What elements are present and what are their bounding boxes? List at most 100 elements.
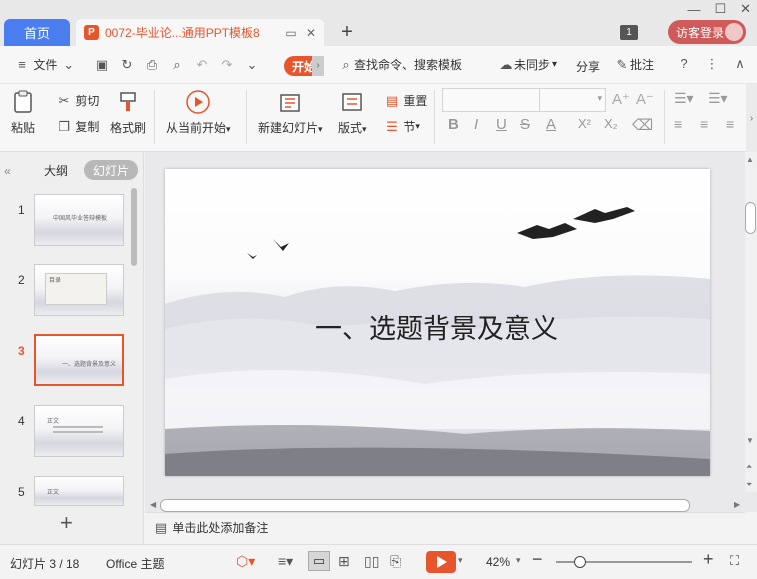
fit-window-icon[interactable]: ⛶ xyxy=(730,553,739,569)
more-icon[interactable]: ⋮ xyxy=(704,56,720,72)
font-color-icon[interactable]: A xyxy=(546,116,556,133)
zoom-level[interactable]: 42% xyxy=(486,555,510,569)
strikethrough-icon[interactable]: S xyxy=(520,116,530,133)
maximize-icon[interactable]: ☐ xyxy=(714,1,726,17)
paste-button[interactable]: 粘贴 xyxy=(10,89,36,136)
print-icon[interactable]: ⎙ xyxy=(144,57,160,73)
tab-scroll-right-icon[interactable]: › xyxy=(312,56,324,76)
reading-view-icon[interactable]: ▯▯ xyxy=(364,553,379,570)
new-slide-button[interactable]: 新建幻灯片▾ xyxy=(258,89,323,136)
cloud-icon: ☁ xyxy=(499,56,513,72)
scroll-down-icon[interactable]: ▼ xyxy=(746,436,754,445)
quick-access-toolbar: ▣ ↻ ⎙ ⌕ ↶ ↷ ⌄ xyxy=(94,57,260,73)
underline-icon[interactable]: U xyxy=(496,116,507,133)
share-button[interactable]: 分享 xyxy=(576,58,600,75)
new-tab-button[interactable]: + xyxy=(336,22,358,44)
section-icon: ☰ xyxy=(386,118,398,134)
screen-icon[interactable]: ▭ xyxy=(284,26,298,40)
help-icon[interactable]: ? xyxy=(676,56,692,72)
slide-thumbnail[interactable]: 正文 xyxy=(34,405,124,457)
thumbnail-text: 正文 xyxy=(47,419,60,425)
zoom-in-icon[interactable]: + xyxy=(703,549,714,570)
zoom-slider-knob[interactable] xyxy=(574,556,586,568)
superscript-icon[interactable]: X² xyxy=(578,116,591,131)
tab-outline[interactable]: 大纲 xyxy=(44,162,68,179)
slide-counter: 幻灯片 3 / 18 xyxy=(10,557,80,571)
command-search[interactable]: ⌕ 查找命令、搜索模板 xyxy=(338,56,462,73)
minimize-icon[interactable]: — xyxy=(687,2,700,17)
ribbon-scroll-right-icon[interactable]: › xyxy=(746,84,757,152)
presentation-app-icon: P xyxy=(84,25,99,40)
decrease-font-icon[interactable]: A⁻ xyxy=(636,90,654,108)
scroll-left-icon[interactable]: ◀ xyxy=(150,500,156,509)
file-menu[interactable]: ≡ 文件 ⌄ xyxy=(14,56,83,73)
notes-pane[interactable]: ▤ 单击此处添加备注 xyxy=(145,512,745,542)
copy-button[interactable]: ❐ 复制 xyxy=(56,118,99,135)
align-center-icon[interactable]: ≡ xyxy=(700,116,708,132)
home-tab[interactable]: 首页 xyxy=(4,19,70,46)
presenter-tools-icon[interactable]: ⎘ xyxy=(390,553,401,570)
bullet-list-icon[interactable]: ☰▾ xyxy=(674,90,694,107)
cut-button[interactable]: ✂ 剪切 xyxy=(56,92,100,109)
redo-icon[interactable]: ↷ xyxy=(219,57,235,73)
slideshow-menu-chevron-icon[interactable]: ▾ xyxy=(458,555,463,566)
font-family-select[interactable] xyxy=(442,88,540,112)
font-size-select[interactable]: ▾ xyxy=(539,88,606,112)
zoom-menu-chevron-icon[interactable]: ▾ xyxy=(516,555,521,566)
comment-button[interactable]: ✎ 批注 xyxy=(614,56,654,73)
slideshow-play-button[interactable] xyxy=(426,551,456,573)
sync-status[interactable]: ☁ 未同步 ▾ xyxy=(498,56,558,73)
thumbnail-line xyxy=(53,426,103,428)
play-from-current-button[interactable]: 从当前开始▾ xyxy=(166,89,231,136)
subscript-icon[interactable]: X₂ xyxy=(604,116,618,131)
align-right-icon[interactable]: ≡ xyxy=(726,116,734,132)
ribbon-divider xyxy=(434,90,435,144)
italic-icon[interactable]: I xyxy=(474,116,478,133)
layout-button[interactable]: 版式▾ xyxy=(338,89,367,136)
customize-chevron-icon[interactable]: ⌄ xyxy=(244,57,260,73)
horizontal-scrollbar-thumb[interactable] xyxy=(160,499,690,512)
increase-font-icon[interactable]: A⁺ xyxy=(612,90,630,108)
slide-thumbnail[interactable]: 目录 xyxy=(34,264,124,316)
section-button[interactable]: ☰ 节 ▾ xyxy=(384,118,420,135)
autosave-icon[interactable]: ↻ xyxy=(119,57,135,73)
slide-sorter-icon[interactable]: ⊞ xyxy=(338,553,350,570)
undo-icon[interactable]: ↶ xyxy=(194,57,210,73)
zoom-out-icon[interactable]: − xyxy=(532,549,543,570)
slide-thumbnail[interactable]: 中国风毕业答辩模板 xyxy=(34,194,124,246)
slide-editor-area: 一、选题背景及意义 xyxy=(145,152,757,512)
notes-toggle-icon[interactable]: ≡▾ xyxy=(278,553,293,570)
print-preview-icon[interactable]: ⌕ xyxy=(169,57,185,73)
close-window-icon[interactable]: ✕ xyxy=(740,1,751,17)
tab-slides[interactable]: 幻灯片 xyxy=(84,160,138,180)
add-slide-button[interactable]: + xyxy=(60,510,73,536)
command-search-label: 查找命令、搜索模板 xyxy=(354,58,463,72)
save-icon[interactable]: ▣ xyxy=(94,57,110,73)
panel-scrollbar[interactable] xyxy=(131,188,137,266)
bold-icon[interactable]: B xyxy=(448,116,459,133)
reset-button[interactable]: ▤ 重置 xyxy=(384,92,428,109)
scroll-right-icon[interactable]: ▶ xyxy=(734,500,740,509)
smart-beautify-icon[interactable]: ⬡▾ xyxy=(236,553,255,570)
collapse-panel-icon[interactable]: « xyxy=(4,164,11,178)
scroll-up-icon[interactable]: ▲ xyxy=(746,155,754,164)
align-left-icon[interactable]: ≡ xyxy=(674,116,682,132)
collapse-ribbon-icon[interactable]: ∧ xyxy=(732,56,748,72)
previous-slide-icon[interactable]: ⏶ xyxy=(746,462,752,472)
format-painter-button[interactable]: 格式刷 xyxy=(110,89,146,136)
document-tab[interactable]: P 0072-毕业论...通用PPT模板8 ▭ ✕ xyxy=(76,19,324,46)
theme-name[interactable]: Office 主题 xyxy=(106,555,164,572)
window-count-badge[interactable]: 1 xyxy=(620,25,638,40)
normal-view-icon[interactable]: ▭ xyxy=(308,551,330,571)
slide-title[interactable]: 一、选题背景及意义 xyxy=(315,312,575,347)
vertical-scrollbar-thumb[interactable] xyxy=(745,202,756,234)
numbered-list-icon[interactable]: ☰▾ xyxy=(708,90,728,107)
clear-format-icon[interactable]: ⌫ xyxy=(632,116,653,134)
slide-thumbnail-selected[interactable]: 一、选题背景及意义 xyxy=(34,334,124,386)
close-tab-icon[interactable]: ✕ xyxy=(304,26,318,40)
current-slide[interactable]: 一、选题背景及意义 xyxy=(165,169,710,476)
slide-thumbnail[interactable]: 正文 xyxy=(34,476,124,506)
guest-login-button[interactable]: 访客登录 xyxy=(668,20,746,44)
play-icon xyxy=(437,556,447,568)
next-slide-icon[interactable]: ⏷ xyxy=(746,480,752,490)
